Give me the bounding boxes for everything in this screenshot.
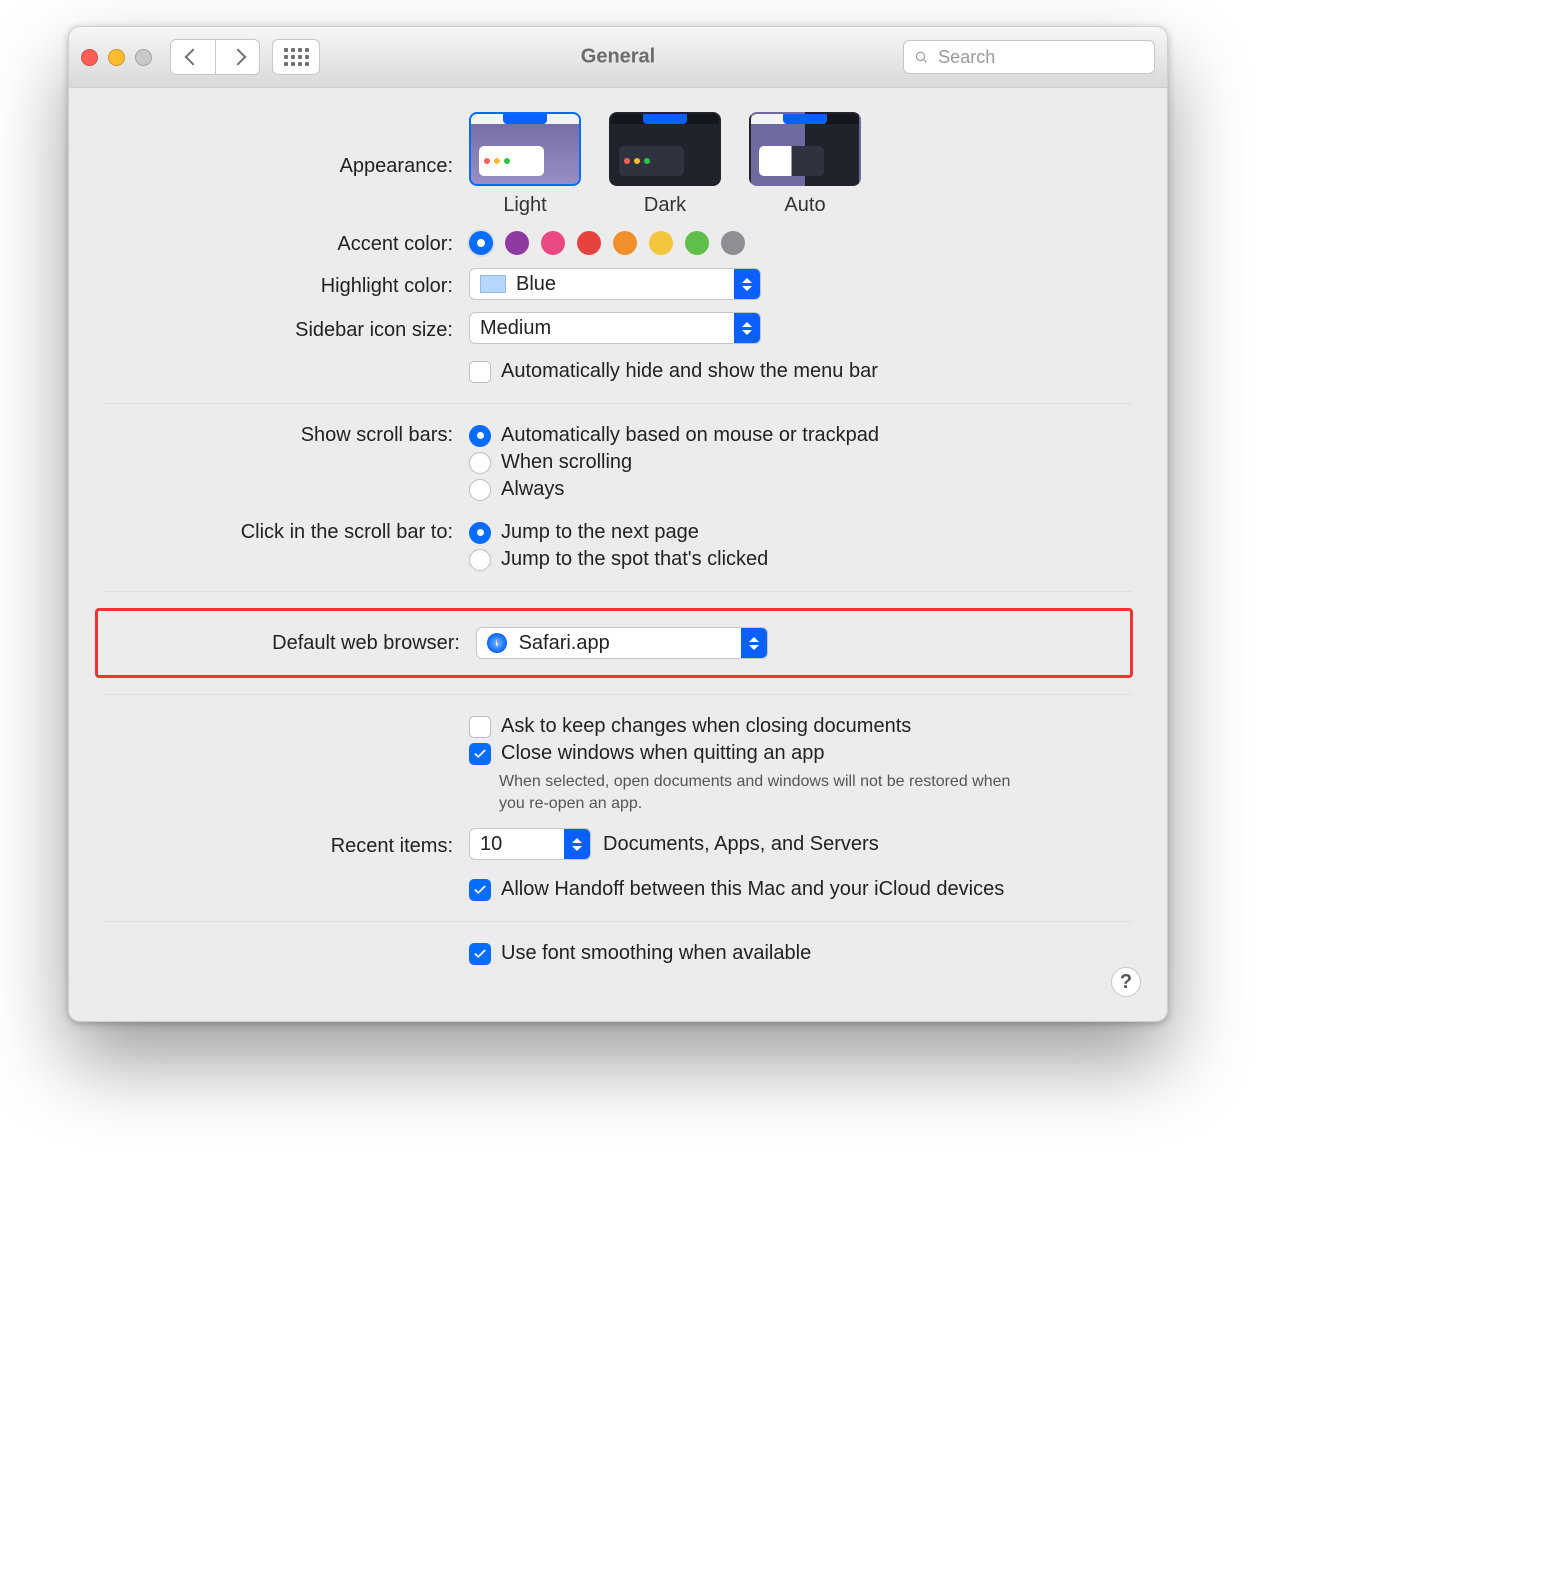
divider [103, 403, 1133, 404]
accent-color-orange[interactable] [613, 231, 637, 255]
search-input[interactable] [936, 46, 1144, 69]
safari-icon [487, 633, 507, 653]
scrollbar-click-label: Click in the scroll bar to: [103, 517, 469, 544]
accent-color-yellow[interactable] [649, 231, 673, 255]
scrollbars-label: Show scroll bars: [103, 420, 469, 447]
scrollbars-option-label: Automatically based on mouse or trackpad [501, 424, 879, 447]
recent-items-label: Recent items: [103, 831, 469, 858]
accent-color-pink[interactable] [541, 231, 565, 255]
accent-color-blue[interactable] [469, 231, 493, 255]
check-icon [473, 720, 487, 734]
highlight-color-value: Blue [516, 273, 556, 296]
chevron-left-icon [185, 49, 202, 66]
search-icon [914, 49, 928, 65]
window-title: General [581, 46, 655, 69]
close-window-button[interactable] [81, 49, 98, 66]
accent-color-green[interactable] [685, 231, 709, 255]
sidebar-icon-size-label: Sidebar icon size: [103, 315, 469, 342]
scrollbars-option-label: Always [501, 478, 564, 501]
popup-arrows-icon [564, 829, 590, 859]
scrollbars-radio-always[interactable]: Always [469, 478, 1133, 501]
accent-color-purple[interactable] [505, 231, 529, 255]
autohide-menubar-label: Automatically hide and show the menu bar [501, 360, 878, 383]
content: Appearance: Light Dark Auto [69, 88, 1167, 1021]
default-browser-callout: Default web browser: Safari.app [95, 608, 1133, 678]
appearance-option-dark[interactable]: Dark [609, 112, 721, 217]
ask-keep-changes-label: Ask to keep changes when closing documen… [501, 715, 911, 738]
appearance-options: Light Dark Auto [469, 112, 1133, 217]
accent-color-gray[interactable] [721, 231, 745, 255]
recent-items-value: 10 [470, 833, 536, 856]
minimize-window-button[interactable] [108, 49, 125, 66]
close-windows-quit-label: Close windows when quitting an app [501, 742, 825, 765]
scrollbar-click-option-label: Jump to the spot that's clicked [501, 548, 768, 571]
font-smoothing-label: Use font smoothing when available [501, 942, 811, 965]
accent-color-red[interactable] [577, 231, 601, 255]
appearance-option-light[interactable]: Light [469, 112, 581, 217]
accent-color-swatches [469, 231, 1133, 255]
check-icon [473, 883, 487, 897]
help-button[interactable]: ? [1111, 967, 1141, 997]
scrollbars-option-label: When scrolling [501, 451, 632, 474]
highlight-color-popup[interactable]: Blue [469, 268, 761, 300]
zoom-window-button[interactable] [135, 49, 152, 66]
check-icon [473, 747, 487, 761]
divider [103, 921, 1133, 922]
divider [103, 591, 1133, 592]
scrollbars-radio-auto[interactable]: Automatically based on mouse or trackpad [469, 424, 1133, 447]
default-browser-label: Default web browser: [110, 632, 476, 655]
appearance-option-auto[interactable]: Auto [749, 112, 861, 217]
popup-arrows-icon [734, 313, 760, 343]
back-button[interactable] [171, 40, 215, 74]
sidebar-icon-size-value: Medium [470, 317, 585, 340]
scrollbar-click-radio-spot[interactable]: Jump to the spot that's clicked [469, 548, 1133, 571]
scrollbar-click-radio-next-page[interactable]: Jump to the next page [469, 521, 1133, 544]
window-controls [81, 49, 152, 66]
highlight-color-swatch [480, 275, 506, 293]
handoff-checkbox[interactable]: Allow Handoff between this Mac and your … [469, 878, 1133, 901]
recent-items-suffix: Documents, Apps, and Servers [603, 833, 879, 856]
search-field[interactable] [903, 40, 1155, 74]
check-icon [473, 365, 487, 379]
ask-keep-changes-checkbox[interactable]: Ask to keep changes when closing documen… [469, 715, 1133, 738]
close-windows-quit-note: When selected, open documents and window… [499, 771, 1019, 814]
preferences-window: General Appearance: Light [68, 26, 1168, 1022]
close-windows-quit-checkbox[interactable]: Close windows when quitting an app [469, 742, 1133, 765]
grid-icon [284, 48, 309, 66]
forward-button[interactable] [215, 40, 259, 74]
recent-items-popup[interactable]: 10 [469, 828, 591, 860]
accent-color-label: Accent color: [103, 229, 469, 256]
highlight-color-label: Highlight color: [103, 271, 469, 298]
nav-buttons [170, 39, 260, 75]
popup-arrows-icon [734, 269, 760, 299]
scrollbar-click-option-label: Jump to the next page [501, 521, 699, 544]
divider [103, 694, 1133, 695]
font-smoothing-checkbox[interactable]: Use font smoothing when available [469, 942, 1133, 965]
default-browser-popup[interactable]: Safari.app [476, 627, 768, 659]
appearance-label: Appearance: [103, 151, 469, 178]
sidebar-icon-size-popup[interactable]: Medium [469, 312, 761, 344]
appearance-option-label: Auto [784, 194, 825, 217]
appearance-option-label: Light [503, 194, 546, 217]
chevron-right-icon [229, 49, 246, 66]
toolbar: General [69, 27, 1167, 88]
check-icon [473, 947, 487, 961]
default-browser-value: Safari.app [519, 632, 610, 654]
handoff-label: Allow Handoff between this Mac and your … [501, 878, 1004, 901]
scrollbars-radio-when-scrolling[interactable]: When scrolling [469, 451, 1133, 474]
appearance-option-label: Dark [644, 194, 686, 217]
show-all-button[interactable] [272, 39, 320, 75]
popup-arrows-icon [741, 628, 767, 658]
autohide-menubar-checkbox[interactable]: Automatically hide and show the menu bar [469, 360, 1133, 383]
